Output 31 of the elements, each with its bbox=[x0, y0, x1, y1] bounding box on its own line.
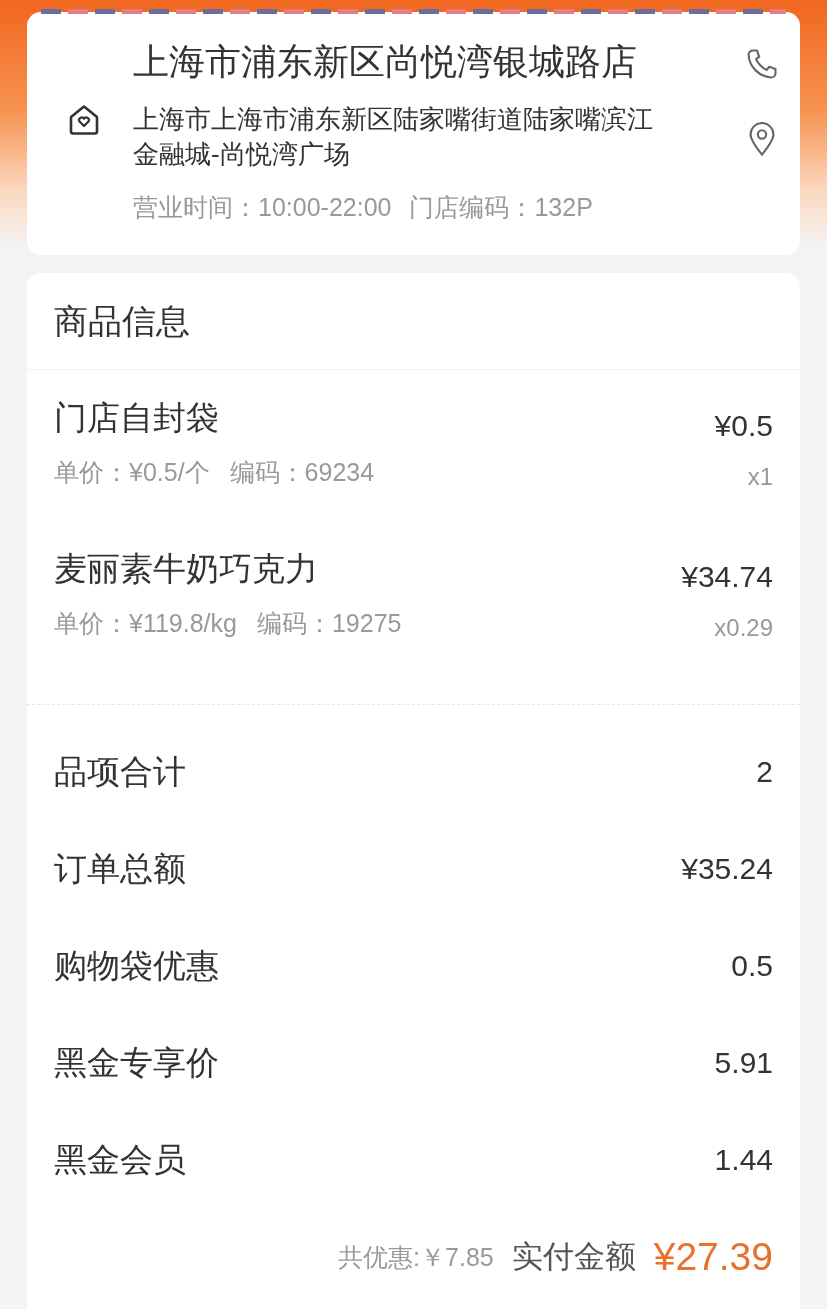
summary-value: 0.5 bbox=[731, 947, 773, 984]
product-price: ¥0.5 bbox=[714, 408, 773, 444]
product-name: 门店自封袋 bbox=[54, 398, 219, 438]
summary-label: 订单总额 bbox=[54, 848, 186, 889]
summary-value: 5.91 bbox=[714, 1044, 773, 1081]
product-code: 编码：19275 bbox=[256, 608, 402, 638]
summary-label: 黑金会员 bbox=[54, 1139, 186, 1180]
phone-icon[interactable] bbox=[745, 47, 779, 81]
business-hours: 营业时间：10:00-22:00 bbox=[133, 192, 392, 222]
product-price: ¥34.74 bbox=[681, 559, 773, 595]
summary-label: 品项合计 bbox=[54, 751, 186, 792]
product-quantity: x0.29 bbox=[714, 613, 773, 643]
total-amount: ¥27.39 bbox=[653, 1233, 773, 1280]
store-code: 门店编码：132P bbox=[409, 192, 593, 222]
summary-value: 2 bbox=[756, 753, 773, 790]
store-name: 上海市浦东新区尚悦湾银城路店 bbox=[133, 41, 637, 83]
summary-label: 黑金专享价 bbox=[54, 1042, 219, 1083]
section-title: 商品信息 bbox=[54, 301, 190, 341]
unit-price: 单价：¥0.5/个 bbox=[54, 457, 210, 487]
unit-price: 单价：¥119.8/kg bbox=[54, 608, 237, 638]
product-code: 编码：69234 bbox=[229, 457, 375, 487]
product-quantity: x1 bbox=[747, 462, 773, 492]
summary-label: 购物袋优惠 bbox=[54, 945, 219, 986]
home-icon bbox=[68, 104, 100, 136]
total-label: 实付金额 bbox=[511, 1237, 636, 1276]
summary-value: 1.44 bbox=[714, 1141, 773, 1178]
location-icon[interactable] bbox=[749, 122, 775, 156]
discount-total: 共优惠:￥7.85 bbox=[338, 1241, 494, 1272]
summary-value: ¥35.24 bbox=[681, 850, 773, 887]
product-name: 麦丽素牛奶巧克力 bbox=[54, 549, 318, 589]
store-address: 上海市上海市浦东新区陆家嘴街道陆家嘴滨江金融城-尚悦湾广场 bbox=[133, 103, 654, 171]
